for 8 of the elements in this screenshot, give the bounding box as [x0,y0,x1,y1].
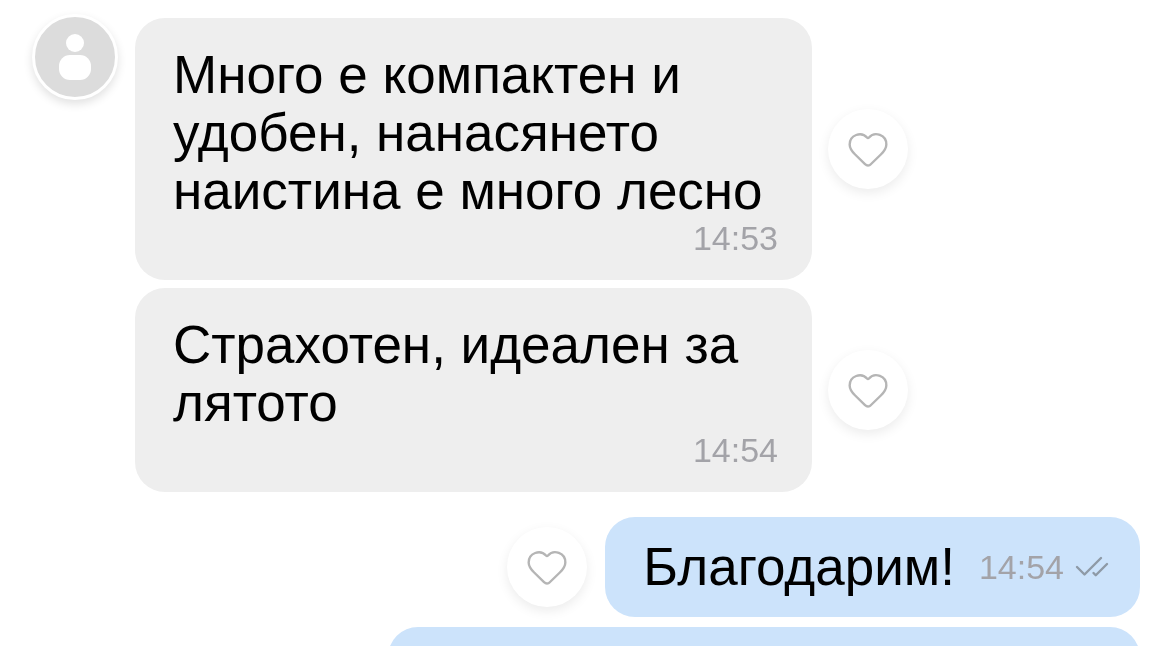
person-icon [57,33,93,81]
avatar[interactable] [32,14,118,100]
message-time: 14:54 [978,549,1064,585]
message-text: Много е компактен и удобен, нанасянето наистина е много лесно [173,46,764,220]
message-text: Благодарим! [643,538,955,596]
message-text: Страхотен, идеален за лятото [173,316,740,432]
message-time: 14:54 [692,432,778,468]
message-time: 14:53 [692,220,778,256]
